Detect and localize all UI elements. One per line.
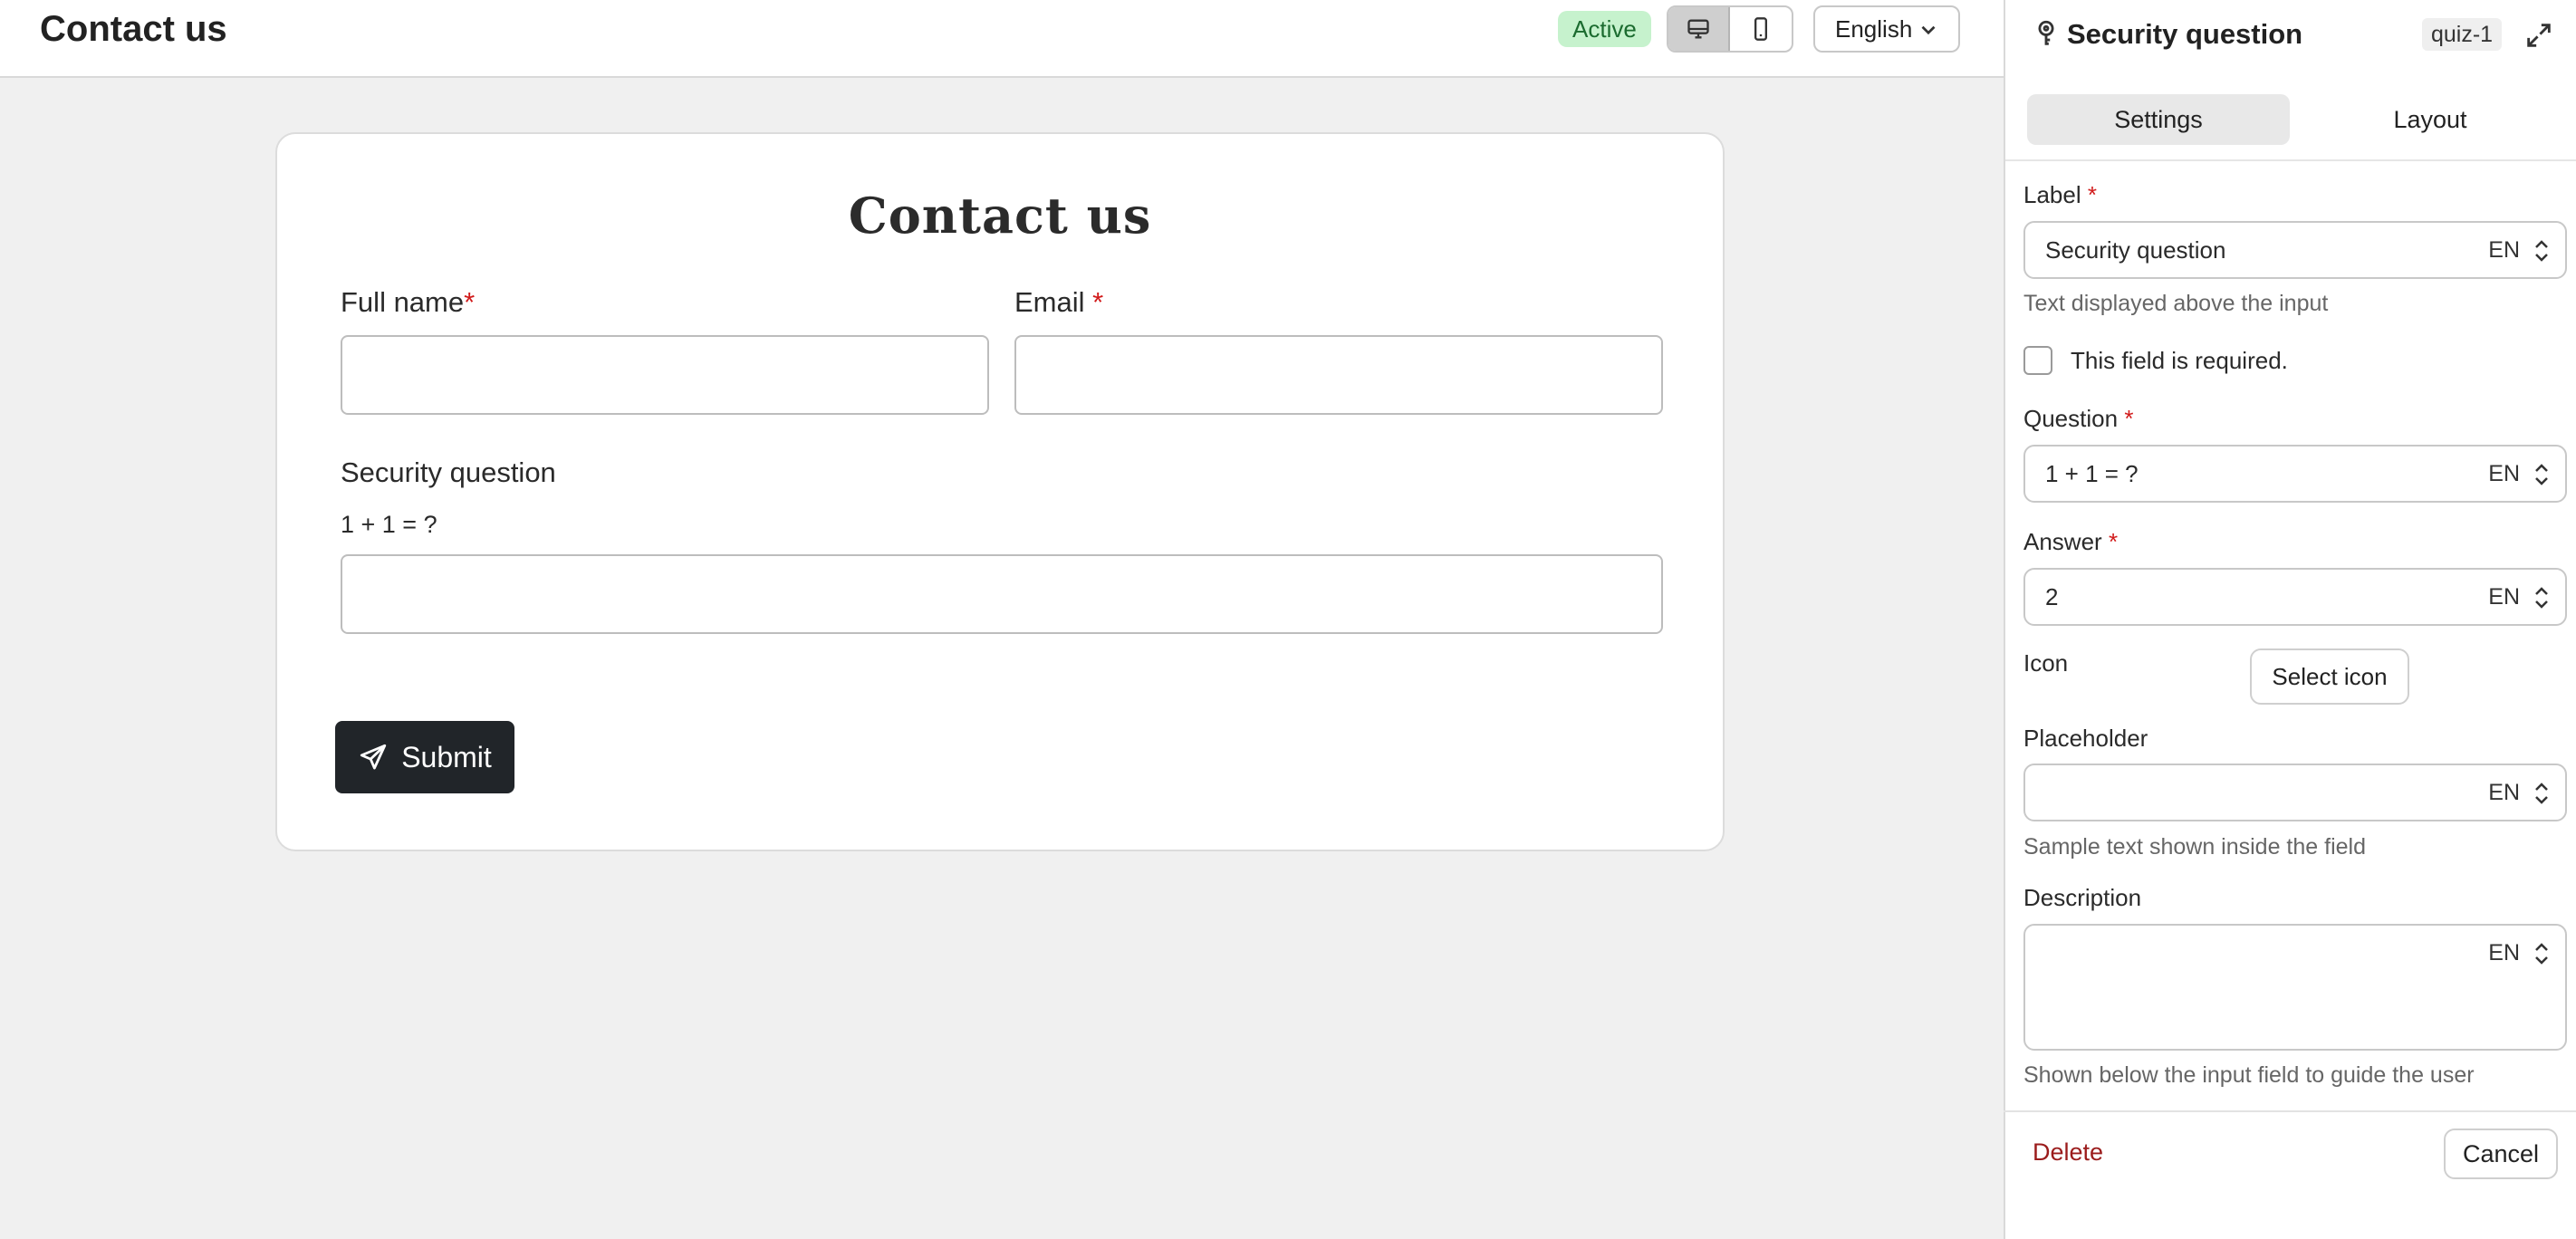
expand-icon[interactable] (2523, 20, 2554, 51)
chevron-updown-icon[interactable] (2531, 235, 2552, 266)
email-label-text: Email (1014, 286, 1085, 318)
label-input[interactable]: Security question EN (2023, 221, 2567, 279)
select-icon-button[interactable]: Select icon (2250, 648, 2409, 705)
mobile-view-button[interactable] (1730, 7, 1792, 51)
answer-input[interactable]: 2 EN (2023, 568, 2567, 626)
description-textarea[interactable]: EN (2023, 924, 2567, 1051)
required-mark: * (2108, 528, 2119, 555)
security-answer-input[interactable] (341, 554, 1663, 634)
language-code: EN (2488, 237, 2520, 263)
field-id-chip: quiz-1 (2422, 18, 2503, 51)
panel-title: Security question (2067, 18, 2303, 50)
placeholder-help-text: Sample text shown inside the field (2023, 834, 2366, 860)
mobile-icon (1754, 17, 1768, 41)
submit-label: Submit (401, 740, 492, 773)
description-help-text: Shown below the input field to guide the… (2023, 1062, 2475, 1088)
key-icon (2038, 20, 2054, 45)
full-name-label-text: Full name (341, 286, 465, 318)
full-name-input[interactable] (341, 335, 989, 415)
submit-button[interactable]: Submit (335, 721, 514, 793)
panel-tabs: Settings Layout (2005, 91, 2576, 161)
answer-field-label: Answer * (2023, 528, 2118, 556)
required-checkbox[interactable] (2023, 346, 2052, 375)
form-title: Contact us (848, 187, 1152, 245)
placeholder-field-label: Placeholder (2023, 725, 2148, 752)
send-icon (360, 744, 387, 770)
panel-footer-divider (2004, 1110, 2576, 1112)
desktop-view-button[interactable] (1668, 7, 1731, 51)
delete-button[interactable]: Delete (2033, 1138, 2103, 1167)
language-value: English (1835, 14, 1913, 43)
icon-field-label: Icon (2023, 649, 2069, 677)
cancel-button[interactable]: Cancel (2444, 1129, 2558, 1179)
form-preview-card: Contact us Full name* Email * Security q… (275, 132, 1725, 851)
required-mark: * (1092, 286, 1104, 318)
placeholder-input[interactable]: EN (2023, 764, 2567, 821)
answer-input-value: 2 (2045, 582, 2059, 610)
security-question-text: 1 + 1 = ? (341, 511, 437, 538)
chevron-down-icon (1921, 25, 1936, 35)
question-input-value: 1 + 1 = ? (2045, 459, 2139, 487)
tab-settings[interactable]: Settings (2027, 94, 2290, 145)
language-code: EN (2488, 461, 2520, 486)
question-input[interactable]: 1 + 1 = ? EN (2023, 445, 2567, 503)
email-label: Email * (1014, 286, 1103, 319)
required-mark: * (464, 286, 476, 318)
desktop-icon (1687, 19, 1709, 39)
chevron-updown-icon[interactable] (2531, 938, 2552, 969)
chevron-updown-icon[interactable] (2531, 582, 2552, 613)
full-name-label: Full name* (341, 286, 475, 319)
question-field-label: Question * (2023, 405, 2133, 433)
language-select[interactable]: English (1813, 5, 1960, 53)
language-code: EN (2488, 584, 2520, 610)
status-badge: Active (1558, 11, 1651, 47)
required-mark: * (2124, 405, 2134, 432)
chevron-updown-icon[interactable] (2531, 778, 2552, 809)
chevron-updown-icon[interactable] (2531, 459, 2552, 490)
top-bar: Contact us Active English (0, 0, 2004, 78)
label-help-text: Text displayed above the input (2023, 291, 2329, 316)
security-question-label: Security question (341, 456, 556, 488)
label-field-title: Label (2023, 181, 2081, 208)
label-field-label: Label * (2023, 181, 2097, 209)
answer-field-title: Answer (2023, 528, 2102, 555)
language-code: EN (2488, 940, 2520, 965)
question-field-title: Question (2023, 405, 2119, 432)
required-mark: * (2087, 181, 2097, 208)
email-input[interactable] (1014, 335, 1663, 415)
description-field-label: Description (2023, 884, 2142, 911)
device-toggle (1667, 5, 1793, 53)
tab-layout[interactable]: Layout (2299, 94, 2562, 145)
language-code: EN (2488, 780, 2520, 805)
required-checkbox-label: This field is required. (2071, 347, 2288, 374)
page-title: Contact us (40, 9, 227, 49)
label-input-value: Security question (2045, 235, 2226, 264)
